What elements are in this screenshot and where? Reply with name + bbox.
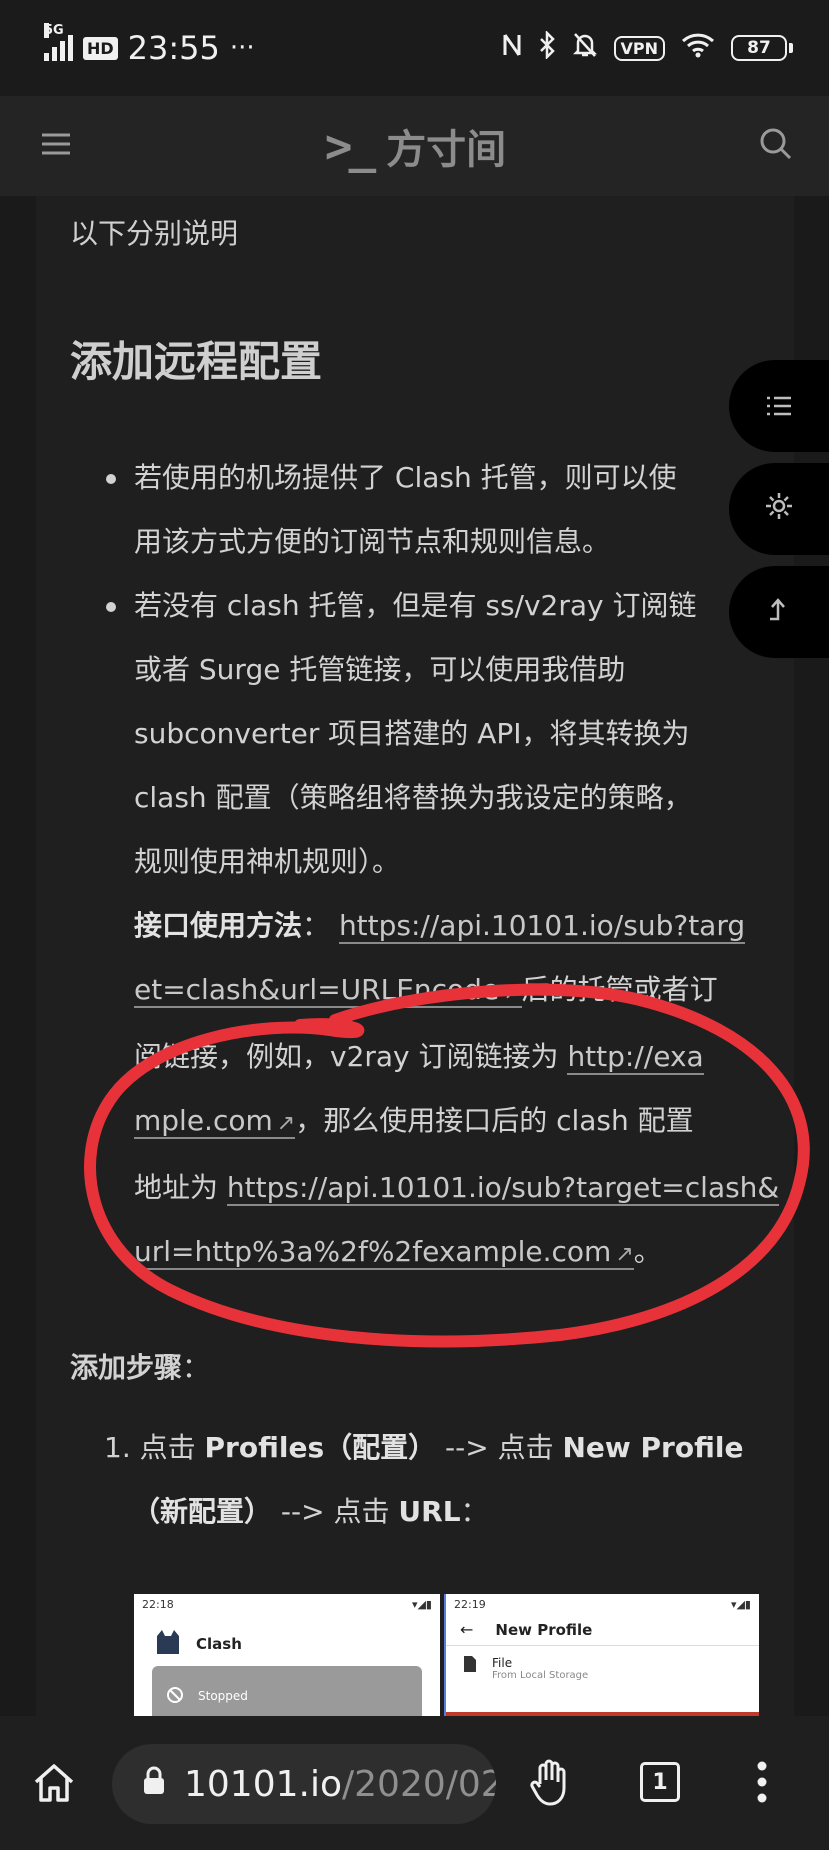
hand-icon[interactable] xyxy=(528,1758,572,1810)
settings-button[interactable] xyxy=(729,463,829,555)
lock-icon xyxy=(142,1764,166,1805)
hd-badge: HD xyxy=(83,36,118,60)
bluetooth-icon xyxy=(538,29,556,66)
ordered-list: 1. 点击 Profiles（配置） --> 点击 New Profile （新… xyxy=(104,1416,794,1544)
screenshot-images: 22:18 ▾◢▮ Clash Stopped 22:19 ▾◢▮ ← New Pr… xyxy=(134,1594,759,1716)
browser-bottom-bar: 10101.io/2020/02/ 1 xyxy=(0,1716,829,1850)
more-menu-icon[interactable] xyxy=(756,1760,768,1808)
example-link-cont[interactable]: mple.com ↗ xyxy=(134,1104,296,1139)
api-link-cont[interactable]: et=clash&url=URLEncode ↗ xyxy=(134,973,522,1008)
gear-icon xyxy=(764,491,794,528)
site-header: >_ 方寸间 xyxy=(0,96,829,196)
example-link[interactable]: http://exa xyxy=(567,1040,704,1075)
nfc-icon xyxy=(502,32,522,65)
network-type: 5G xyxy=(44,23,64,38)
list-icon xyxy=(766,390,792,423)
list-item: 若没有 clash 托管，但是有 ss/v2ray 订阅链 或者 Surge 托… xyxy=(106,574,794,1287)
intro-text: 以下分别说明 xyxy=(70,217,239,250)
tab-switcher-button[interactable]: 1 xyxy=(640,1762,680,1802)
address-bar[interactable]: 10101.io/2020/02/ xyxy=(112,1744,496,1824)
api-usage-label: 接口使用方法 xyxy=(134,909,303,942)
back-to-top-button[interactable] xyxy=(729,566,829,658)
external-link-icon: ↗ xyxy=(615,1242,634,1267)
article-content: 以下分别说明 添加远程配置 若使用的机场提供了 Clash 托管，则可以使 用该… xyxy=(36,196,794,1716)
arrow-up-icon xyxy=(766,595,792,630)
url-path: /2020/02/ xyxy=(342,1763,496,1805)
url-host: 10101.io xyxy=(184,1763,342,1805)
more-notifications-icon: ··· xyxy=(229,33,255,63)
list-item: 若使用的机场提供了 Clash 托管，则可以使 用该方式方便的订阅节点和规则信息… xyxy=(106,446,794,574)
site-logo[interactable]: >_ 方寸间 xyxy=(325,117,506,175)
api-link[interactable]: https://api.10101.io/sub?targ xyxy=(338,909,746,944)
back-arrow-icon: ← xyxy=(460,1620,474,1639)
logo-mark: >_ xyxy=(324,119,376,173)
section-heading: 添加远程配置 xyxy=(70,337,323,386)
list-item: 1. 点击 Profiles（配置） --> 点击 New Profile xyxy=(104,1431,744,1464)
cat-icon xyxy=(154,1628,182,1659)
home-icon[interactable] xyxy=(32,1762,76,1808)
clock: 23:55 xyxy=(127,29,220,67)
battery-icon: 87 xyxy=(731,35,793,61)
signal-icon: 5G xyxy=(44,23,73,61)
new-profile-screenshot: 22:19 ▾◢▮ ← New Profile File From Local S… xyxy=(444,1594,759,1716)
converted-link[interactable]: https://api.10101.io/sub?target=clash& xyxy=(226,1171,780,1206)
mute-bell-icon xyxy=(572,31,598,66)
external-link-icon: ↗ xyxy=(503,980,522,1005)
external-link-icon: ↗ xyxy=(276,1111,296,1136)
steps-heading: 添加步骤： xyxy=(70,1351,211,1384)
bullet-list: 若使用的机场提供了 Clash 托管，则可以使 用该方式方便的订阅节点和规则信息… xyxy=(106,446,794,1287)
clash-home-screenshot: 22:18 ▾◢▮ Clash Stopped xyxy=(134,1594,440,1716)
site-name: 方寸间 xyxy=(386,127,507,173)
wifi-icon xyxy=(681,32,715,65)
vpn-badge: VPN xyxy=(613,35,665,61)
stop-icon xyxy=(166,1686,184,1707)
menu-icon[interactable] xyxy=(40,131,72,161)
converted-link-cont[interactable]: url=http%3a%2f%2fexample.com ↗ xyxy=(134,1235,634,1270)
search-icon[interactable] xyxy=(759,127,793,165)
battery-level: 87 xyxy=(731,35,787,61)
toc-button[interactable] xyxy=(729,360,829,452)
status-bar: 5G HD 23:55 ··· VPN 87 xyxy=(0,0,829,96)
file-icon xyxy=(464,1656,476,1681)
